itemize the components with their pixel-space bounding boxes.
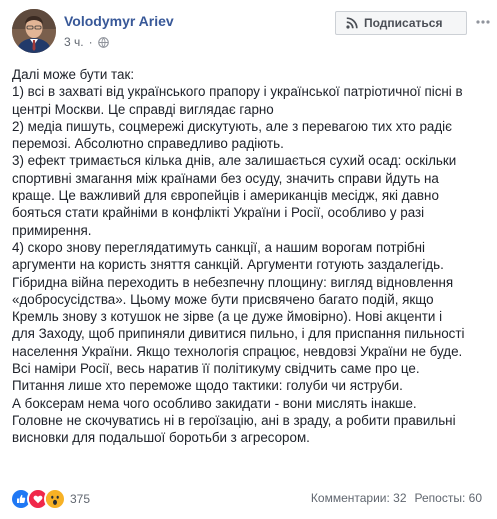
- ellipsis-icon[interactable]: [474, 13, 492, 31]
- post-body-line: «добросусідства». Цьому може бути присвя…: [12, 291, 434, 307]
- post-body-line: 1) всі в захваті від українського прапор…: [12, 84, 463, 100]
- post-body-line: бояться стати крайніми в конфлікті Украї…: [12, 205, 425, 221]
- facebook-post: Volodymyr Ariev 3 ч. · Подписаться Далі: [0, 0, 497, 519]
- post-body-line: населення України. Якщо технологія спрац…: [12, 343, 463, 359]
- post-body-line: 2) медіа пишуть, соцмережі дискутують, а…: [12, 118, 452, 134]
- shares-count[interactable]: Репосты: 60: [415, 491, 482, 505]
- post-meta: 3 ч. ·: [64, 35, 109, 49]
- meta-separator: ·: [88, 35, 93, 49]
- post-body-line: центрі Москви. Це справді виглядає гарно: [12, 101, 274, 117]
- post-body-line: примирення.: [12, 222, 92, 238]
- post-body-line: А боксерам нема чого особливо закидати -…: [12, 395, 417, 411]
- post-body-line: Гібридна війна переходить в небезпечну п…: [12, 274, 454, 290]
- engagement-stats: Комментарии: 32 Репосты: 60: [311, 491, 482, 505]
- avatar[interactable]: [12, 9, 56, 53]
- post-body-line: перемозі. Абсолютно справедливо радіють.: [12, 136, 284, 152]
- subscribe-button[interactable]: Подписаться: [335, 11, 467, 35]
- post-body-line: 4) скоро знову переглядатимуть санкції, …: [12, 239, 425, 255]
- globe-icon[interactable]: [97, 36, 109, 48]
- post-body-line: аргументи на користь зняття санкцій. Арг…: [12, 257, 444, 273]
- wow-icon: [44, 488, 66, 510]
- comments-count[interactable]: Комментарии: 32: [311, 491, 407, 505]
- post-body-line: спортивні змагання між країнами без осуд…: [12, 170, 439, 186]
- post-body-line: Кремль знову з котушок не зірве (а це ду…: [12, 309, 443, 325]
- rss-icon: [346, 17, 358, 29]
- post-body-line: Далі може бути так:: [12, 67, 135, 82]
- post-body-line: Всі наміри Росії, весь наратив її політи…: [12, 361, 420, 377]
- post-body-line: 3) ефект тримається кілька днів, але зал…: [12, 153, 457, 169]
- reactions-summary[interactable]: 375: [10, 488, 90, 510]
- post-timestamp[interactable]: 3 ч.: [64, 35, 84, 49]
- post-body-line: Головне не скочуватись ні в героїзацію, …: [12, 412, 456, 428]
- avatar-photo: [12, 9, 56, 53]
- post-body-line: для Заходу, щоб припиняли дивитися пильн…: [12, 326, 465, 342]
- post-body: Далі може бути так: 1) всі в захваті від …: [12, 66, 488, 447]
- post-body-line: краще. Це важливий для європейців і амер…: [12, 188, 439, 204]
- reactions-count[interactable]: 375: [70, 492, 90, 506]
- subscribe-label: Подписаться: [364, 16, 443, 30]
- post-body-line: Питання лише хто переможе щодо тактики: …: [12, 378, 403, 394]
- post-footer: 375 Комментарии: 32 Репосты: 60: [10, 488, 488, 510]
- author-name[interactable]: Volodymyr Ariev: [64, 13, 174, 29]
- post-body-line: висновки для подальшої боротьби з агресо…: [12, 430, 310, 446]
